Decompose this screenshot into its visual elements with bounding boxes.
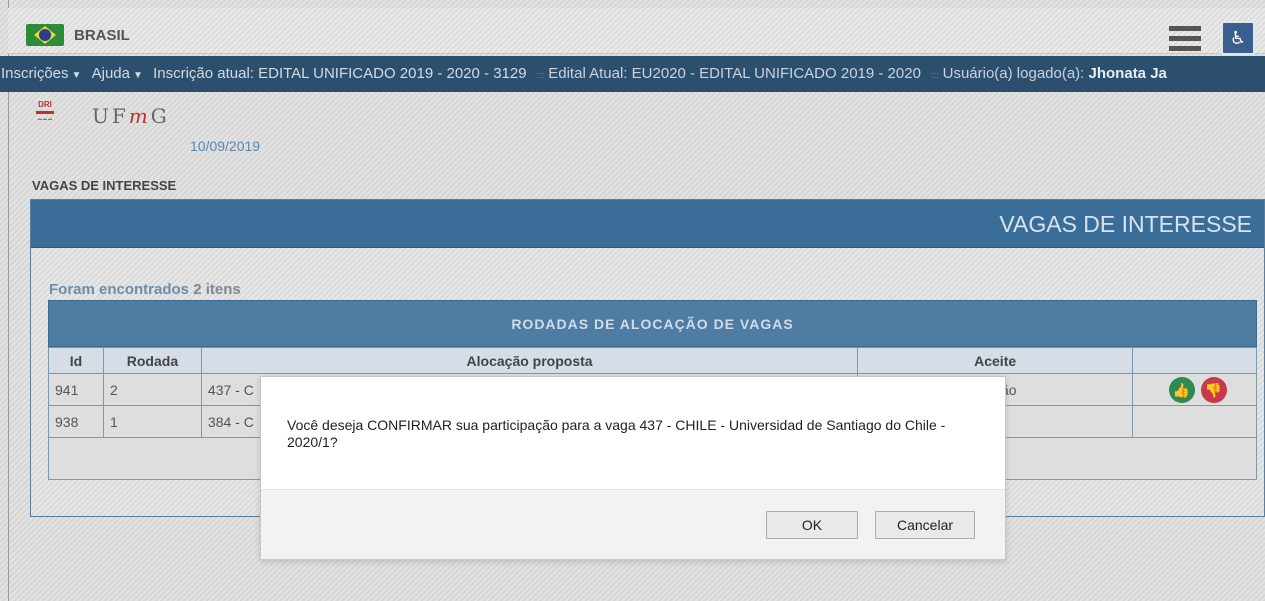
gov-bar: BRASIL ♿ [8,8,1265,55]
menu-inscricoes[interactable]: Inscrições ▼ [1,56,81,92]
cell-rodada: 1 [102,405,202,438]
results-count-label: Foram encontrados [49,281,190,298]
menu-icon[interactable] [1169,26,1201,52]
top-navigation: Inscrições ▼ Ajuda ▼ Inscrição atual: EDIT… [0,56,1265,92]
menu-ajuda[interactable]: Ajuda ▼ [92,56,143,92]
ufmg-logo-m: m [128,104,151,128]
current-inscription: Inscrição atual: EDITAL UNIFICADO 2019 -… [153,65,527,82]
table-title: RODADAS DE ALOCAÇÃO DE VAGAS [48,300,1257,347]
cancel-button[interactable]: Cancelar [875,511,975,539]
separator-icon: ::: [931,70,939,80]
panel-header: VAGAS DE INTERESSE [31,200,1264,248]
dri-logo-text: DRI [38,100,52,109]
results-count-value: 2 itens [193,281,241,298]
dri-logo-caption: ▬ ▬ ▬ [37,116,53,121]
cell-id: 941 [48,373,104,406]
cell-actions: 👍 👎 [1132,373,1257,406]
brasil-link[interactable]: BRASIL [74,27,130,44]
dri-logo-bar [36,111,54,114]
ufmg-logo[interactable]: UFmG [92,104,170,128]
current-date: 10/09/2019 [190,138,261,154]
column-header-rodada[interactable]: Rodada [102,347,202,374]
column-header-aceite[interactable]: Aceite [857,347,1134,374]
menu-ajuda-label: Ajuda [91,65,130,82]
column-header-id[interactable]: Id [48,347,104,374]
accessibility-icon[interactable]: ♿ [1221,21,1255,55]
dri-logo[interactable]: DRI ▬ ▬ ▬ [22,100,68,148]
column-header-alocacao[interactable]: Alocação proposta [200,347,859,374]
dialog-message: Você deseja CONFIRMAR sua participação p… [287,417,946,450]
user-name: Jhonata Ja [1088,65,1167,82]
ufmg-logo-u: UF [92,104,129,128]
flag-globe [39,29,51,41]
table-header-row: Id Rodada Alocação proposta Aceite [48,347,1257,374]
current-edital: Edital Atual: EU2020 - EDITAL UNIFICADO … [548,65,921,82]
results-count: Foram encontrados 2 itens [49,281,241,298]
chevron-down-icon: ▼ [71,70,82,81]
user-label: Usuário(a) logado(a): [942,65,1085,82]
ok-button[interactable]: OK [766,511,858,539]
confirm-dialog: Você deseja CONFIRMAR sua participação p… [260,376,1006,560]
thumbs-down-icon[interactable]: 👎 [1200,376,1227,403]
separator-icon: ::: [536,70,545,80]
chevron-down-icon: ▼ [132,70,143,81]
dialog-footer: OK Cancelar [261,489,1005,559]
menu-inscricoes-label: Inscrições [1,65,69,82]
page-title: VAGAS DE INTERESSE [32,178,177,193]
cell-rodada: 2 [102,373,202,406]
brazil-flag-icon[interactable] [26,24,64,46]
thumbs-up-icon[interactable]: 👍 [1168,376,1195,403]
ufmg-logo-g: G [150,104,170,128]
cell-actions [1132,405,1257,438]
column-header-actions [1132,347,1257,374]
cell-id: 938 [48,405,104,438]
